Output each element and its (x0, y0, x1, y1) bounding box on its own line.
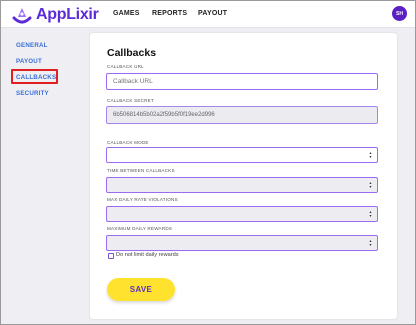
select-arrows-icon: ▲ ▼ (368, 181, 373, 189)
nav-payout[interactable]: PAYOUT (198, 10, 227, 17)
callback-mode-label: CALLBACK MODE (107, 140, 149, 145)
sidebar-item-security[interactable]: SECURITY (16, 90, 49, 97)
no-limit-checkbox[interactable] (108, 253, 114, 259)
callback-secret-field[interactable]: 6b506814b5b02a2f59b5f0f19ee2d996 (106, 106, 378, 124)
callbacks-highlight-box (11, 69, 58, 84)
sidebar-item-payout[interactable]: PAYOUT (16, 58, 42, 65)
max-daily-rewards-label: MAXIMUM DAILY REWARDS (107, 226, 173, 231)
callback-url-label: CALLBACK URL (107, 64, 144, 69)
logo[interactable]: AppLixir (12, 4, 99, 26)
callback-url-input[interactable] (106, 73, 378, 90)
max-daily-violations-label: MAX DAILY RATE VIOLATIONS (107, 197, 178, 202)
applixir-logo-icon (12, 8, 32, 24)
sidebar-item-general[interactable]: GENERAL (16, 42, 48, 49)
nav-reports[interactable]: REPORTS (152, 10, 187, 17)
callback-secret-label: CALLBACK SECRET (107, 98, 154, 103)
save-button[interactable]: SAVE (107, 278, 175, 301)
nav-games[interactable]: GAMES (113, 10, 140, 17)
page-title: Callbacks (107, 47, 157, 59)
max-daily-rewards-select[interactable]: ▲ ▼ (106, 235, 378, 251)
no-limit-checkbox-label: Do not limit daily rewards (116, 252, 179, 258)
time-between-label: TIME BETWEEN CALLBACKS (107, 168, 175, 173)
logo-text: AppLixir (36, 6, 99, 23)
user-avatar[interactable]: SH (392, 6, 407, 21)
select-arrows-icon: ▲ ▼ (368, 151, 373, 159)
select-arrows-icon: ▲ ▼ (368, 210, 373, 218)
select-arrows-icon: ▲ ▼ (368, 239, 373, 247)
time-between-select[interactable]: ▲ ▼ (106, 177, 378, 193)
top-header: AppLixir GAMES REPORTS PAYOUT SH (1, 1, 415, 28)
max-daily-violations-select[interactable]: ▲ ▼ (106, 206, 378, 222)
callback-mode-select[interactable]: ▲ ▼ (106, 147, 378, 163)
